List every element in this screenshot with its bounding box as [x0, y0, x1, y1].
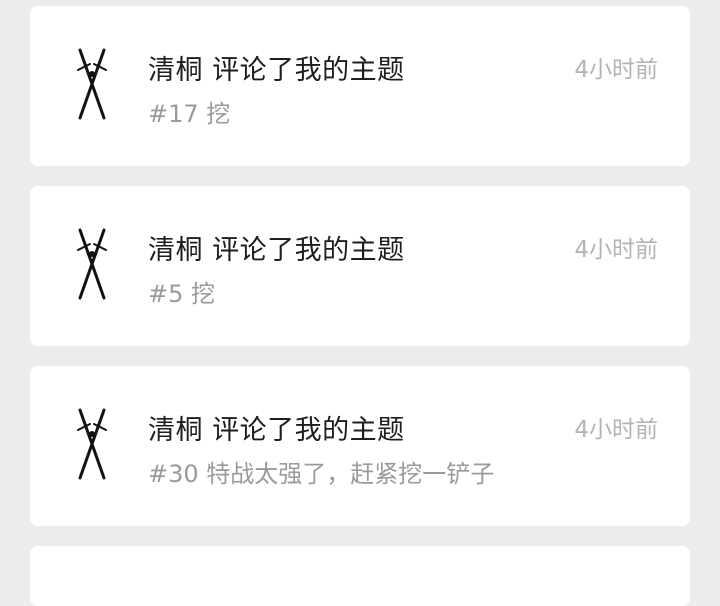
- crossed-swords-icon: [77, 48, 107, 120]
- comment-snippet: #5 挖: [148, 280, 216, 308]
- avatar[interactable]: [70, 44, 114, 124]
- avatar[interactable]: [70, 404, 114, 484]
- notification-item[interactable]: 清桐 评论了我的主题 #5 挖 4小时前: [30, 186, 690, 346]
- notification-item[interactable]: 清桐 评论了我的主题 #30 特战太强了，赶紧挖一铲子 4小时前: [30, 366, 690, 526]
- comment-snippet: #17 挖: [148, 100, 231, 128]
- timestamp: 4小时前: [574, 237, 658, 263]
- notification-item-partial[interactable]: [30, 546, 690, 606]
- avatar[interactable]: [70, 224, 114, 304]
- comment-snippet: #30 特战太强了，赶紧挖一铲子: [148, 460, 495, 488]
- notification-action: 评论了我的主题: [212, 415, 405, 446]
- timestamp: 4小时前: [574, 57, 658, 83]
- timestamp: 4小时前: [574, 417, 658, 443]
- notification-list: 清桐 评论了我的主题 #17 挖 4小时前 清桐 评论了我的主题 #5 挖 4小…: [0, 0, 720, 606]
- notification-title: 清桐 评论了我的主题: [148, 48, 405, 87]
- notification-item[interactable]: 清桐 评论了我的主题 #17 挖 4小时前: [30, 6, 690, 166]
- user-name[interactable]: 清桐: [148, 415, 203, 446]
- user-name[interactable]: 清桐: [148, 55, 203, 86]
- notification-title: 清桐 评论了我的主题: [148, 408, 405, 447]
- crossed-swords-icon: [77, 228, 107, 300]
- user-name[interactable]: 清桐: [148, 235, 203, 266]
- crossed-swords-icon: [77, 408, 107, 480]
- notification-action: 评论了我的主题: [212, 55, 405, 86]
- notification-title: 清桐 评论了我的主题: [148, 228, 405, 267]
- notification-action: 评论了我的主题: [212, 235, 405, 266]
